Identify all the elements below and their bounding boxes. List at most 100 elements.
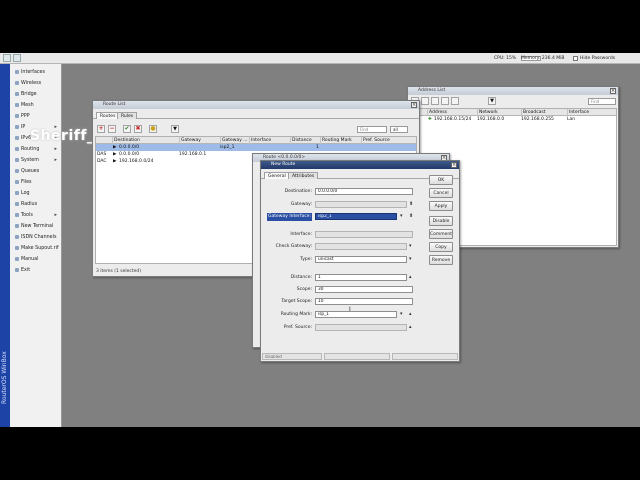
- destination-input[interactable]: 0.0.0.0/0: [315, 188, 413, 195]
- sidebar-item-mesh[interactable]: Mesh: [10, 100, 61, 111]
- close-icon[interactable]: ×: [451, 162, 457, 168]
- remove-icon[interactable]: [421, 97, 429, 105]
- address-grid-header: Address Network Broadcast Interface: [411, 109, 616, 116]
- add-icon[interactable]: +: [97, 125, 105, 133]
- gateway-interface-select[interactable]: isp2_1: [315, 213, 397, 220]
- target-scope-row: Target Scope: 10: [281, 298, 413, 306]
- col-gateway-state[interactable]: Gateway ...: [220, 137, 248, 144]
- routing-mark-row: Routing Mark: isp_1 ▾ ▴: [280, 311, 412, 318]
- redo-icon[interactable]: [13, 54, 21, 62]
- dropdown-icon[interactable]: ▾: [409, 256, 412, 263]
- comment-icon[interactable]: ●: [149, 125, 157, 133]
- sidebar-item-label: Make Supout.rif: [21, 246, 59, 251]
- comment-button[interactable]: Comment: [429, 229, 453, 239]
- interface-input[interactable]: [315, 231, 413, 238]
- sidebar-item-tools[interactable]: Tools ▸: [10, 210, 61, 221]
- cancel-button[interactable]: Cancel: [429, 188, 453, 198]
- route-find-input[interactable]: Find: [357, 126, 387, 133]
- col-pref-source[interactable]: Pref. Source: [361, 137, 390, 144]
- filter-icon[interactable]: ▼: [171, 125, 179, 133]
- sidebar-item-files[interactable]: Files: [10, 177, 61, 188]
- sidebar-item-system[interactable]: System ▸: [10, 155, 61, 166]
- sidebar-item-isdn-channels[interactable]: ISDN Channels: [10, 232, 61, 243]
- address-find-input[interactable]: Find: [588, 98, 616, 105]
- type-select[interactable]: unicast: [315, 256, 407, 263]
- enable-icon[interactable]: [431, 97, 439, 105]
- disable-icon[interactable]: ✖: [134, 125, 142, 133]
- distance-input[interactable]: 1: [315, 274, 407, 281]
- sidebar-item-log[interactable]: Log: [10, 188, 61, 199]
- remove-button[interactable]: Remove: [429, 255, 453, 265]
- gateway-input[interactable]: [315, 201, 407, 208]
- table-row[interactable]: ▶ 0.0.0.0/0 isp2_1 1: [96, 144, 416, 151]
- route-list-title[interactable]: Route List: [93, 101, 419, 109]
- col-distance[interactable]: Distance: [290, 137, 312, 144]
- col-interface[interactable]: Interface: [249, 137, 271, 144]
- col-broadcast[interactable]: Broadcast: [521, 109, 546, 116]
- sidebar-item-manual[interactable]: Manual: [10, 254, 61, 265]
- sidebar-item-exit[interactable]: Exit: [10, 265, 61, 276]
- updown-icon[interactable]: ⬍: [409, 201, 413, 208]
- filter-icon[interactable]: ▼: [488, 97, 496, 105]
- routing-mark-select[interactable]: isp_1: [315, 311, 397, 318]
- scope-input[interactable]: 30: [315, 286, 413, 293]
- hide-passwords-checkbox[interactable]: [573, 56, 578, 61]
- col-address[interactable]: Address: [427, 109, 447, 116]
- target-scope-input[interactable]: 10: [315, 298, 413, 305]
- sidebar-item-ppp[interactable]: PPP: [10, 111, 61, 122]
- route-list-tabs: Routes Rules: [93, 111, 419, 119]
- col-network[interactable]: Network: [477, 109, 498, 116]
- sidebar-item-label: Interfaces: [21, 70, 45, 75]
- dropdown-icon[interactable]: ▾: [400, 213, 403, 220]
- sidebar-item-routing[interactable]: Routing ▸: [10, 144, 61, 155]
- sidebar-item-queues[interactable]: Queues: [10, 166, 61, 177]
- updown-icon[interactable]: ⬍: [409, 213, 413, 220]
- updown-icon[interactable]: ▴: [409, 311, 412, 318]
- sidebar-item-wireless[interactable]: Wireless: [10, 78, 61, 89]
- apply-button[interactable]: Apply: [429, 201, 453, 211]
- menu-item-icon: [15, 179, 19, 184]
- dropdown-icon[interactable]: ▴: [409, 274, 412, 281]
- col-routing-mark[interactable]: Routing Mark: [320, 137, 352, 144]
- menu-item-icon: [15, 135, 19, 140]
- disable-icon[interactable]: [441, 97, 449, 105]
- dropdown-icon[interactable]: ▾: [409, 243, 412, 250]
- tab-routes[interactable]: Routes: [96, 112, 120, 119]
- sidebar-item-interfaces[interactable]: Interfaces: [10, 67, 61, 78]
- menu-item-icon: [15, 124, 19, 129]
- dropdown-icon[interactable]: ▾: [400, 311, 403, 318]
- sidebar-item-make-supout-rif[interactable]: Make Supout.rif: [10, 243, 61, 254]
- address-list-title[interactable]: Address List: [408, 87, 618, 95]
- disable-button[interactable]: Disable: [429, 216, 453, 226]
- tab-attributes[interactable]: Attributes: [288, 172, 319, 179]
- tab-general[interactable]: General: [264, 172, 290, 179]
- sidebar-item-bridge[interactable]: Bridge: [10, 89, 61, 100]
- route-arrow-icon: ▶: [113, 159, 117, 164]
- comment-icon[interactable]: [451, 97, 459, 105]
- close-icon[interactable]: ×: [411, 102, 417, 108]
- new-route-title[interactable]: New Route: [261, 161, 459, 169]
- status-segment: [324, 353, 390, 360]
- table-row[interactable]: ✚ 192.168.0.15/24 192.168.0.0 192.168.0.…: [411, 116, 616, 123]
- tab-rules[interactable]: Rules: [117, 112, 138, 119]
- col-gateway[interactable]: Gateway: [179, 137, 201, 144]
- col-interface[interactable]: Interface: [567, 109, 589, 116]
- check-gateway-select[interactable]: [315, 243, 407, 250]
- sidebar-item-new-terminal[interactable]: New Terminal: [10, 221, 61, 232]
- status-disabled: disabled: [262, 353, 322, 360]
- route-list-status: 3 items (1 selected): [96, 269, 142, 274]
- remove-icon[interactable]: −: [108, 125, 116, 133]
- undo-icon[interactable]: [3, 54, 11, 62]
- ok-button[interactable]: OK: [429, 175, 453, 185]
- pref-source-input[interactable]: [315, 324, 407, 331]
- menu-item-icon: [15, 245, 19, 250]
- sidebar-item-label: Manual: [21, 257, 39, 262]
- sidebar-item-radius[interactable]: Radius: [10, 199, 61, 210]
- copy-button[interactable]: Copy: [429, 242, 453, 252]
- pref-source-row: Pref. Source: ▴: [283, 324, 412, 331]
- col-destination[interactable]: Destination: [112, 137, 140, 144]
- route-filter-select[interactable]: all: [390, 126, 408, 133]
- enable-icon[interactable]: ✔: [123, 125, 131, 133]
- close-icon[interactable]: ×: [610, 88, 616, 94]
- dropdown-icon[interactable]: ▴: [409, 324, 412, 331]
